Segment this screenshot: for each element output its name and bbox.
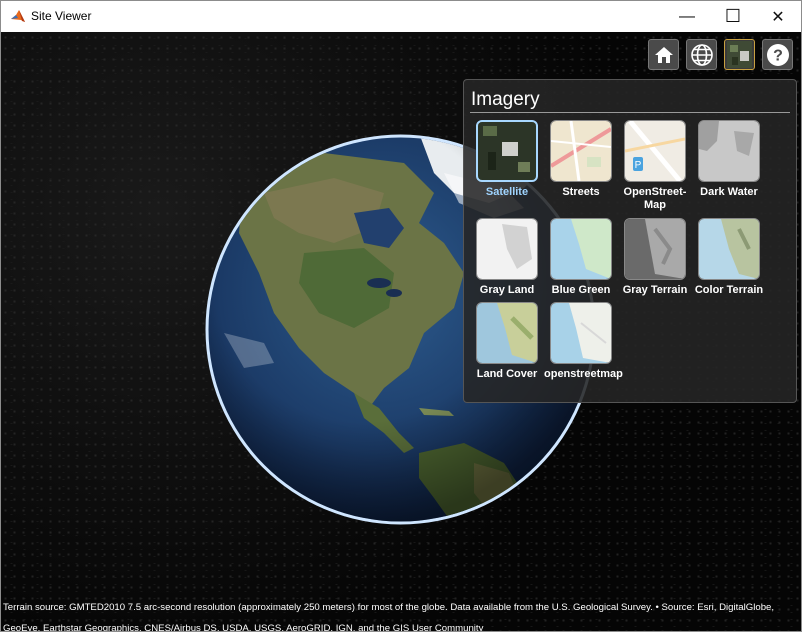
imagery-option-openstreetmap-lowercase[interactable]: openstreetmap xyxy=(544,302,623,381)
imagery-option-gray-terrain[interactable]: Gray Terrain xyxy=(618,218,692,297)
imagery-option-label: Blue Green xyxy=(551,284,611,296)
imagery-option-label: Color Terrain xyxy=(694,284,764,296)
imagery-option-color-terrain[interactable]: Color Terrain xyxy=(692,218,766,297)
svg-text:P: P xyxy=(635,160,642,171)
minimize-icon: — xyxy=(679,7,695,25)
imagery-option-label: Land Cover xyxy=(476,368,538,380)
imagery-picker-button[interactable] xyxy=(724,39,755,70)
site-viewer-window: Site Viewer — ☐ ✕ ? Imagery Satellite St… xyxy=(0,0,802,632)
help-icon: ? xyxy=(766,43,789,66)
gray-land-thumbnail xyxy=(476,218,538,280)
globe-icon xyxy=(690,43,713,66)
imagery-option-label: Dark Water xyxy=(700,186,758,198)
title-bar[interactable]: Site Viewer — ☐ ✕ xyxy=(1,1,801,32)
imagery-panel-title: Imagery xyxy=(471,89,540,110)
basemap-globe-button[interactable] xyxy=(686,39,717,70)
imagery-option-land-cover[interactable]: Land Cover xyxy=(470,302,544,381)
attribution-text: Terrain source: GMTED2010 7.5 arc-second… xyxy=(3,602,775,631)
streets-thumbnail xyxy=(550,120,612,182)
help-button[interactable]: ? xyxy=(762,39,793,70)
close-icon: ✕ xyxy=(771,8,785,26)
satellite-thumbnail xyxy=(476,120,538,182)
color-terrain-thumbnail xyxy=(698,218,760,280)
panel-divider xyxy=(470,112,790,113)
imagery-option-label: openstreetmap xyxy=(544,368,623,380)
imagery-option-label: Gray Land xyxy=(479,284,535,296)
imagery-option-openstreetmap[interactable]: P OpenStreet-Map xyxy=(618,120,692,212)
blue-green-thumbnail xyxy=(550,218,612,280)
imagery-option-label: Gray Terrain xyxy=(622,284,688,296)
imagery-option-dark-water[interactable]: Dark Water xyxy=(692,120,766,199)
imagery-option-gray-land[interactable]: Gray Land xyxy=(470,218,544,297)
matlab-logo-icon xyxy=(11,10,25,22)
imagery-option-label: Satellite xyxy=(485,186,529,198)
window-title: Site Viewer xyxy=(31,9,92,23)
imagery-panel: Imagery Satellite Streets P OpenStreet-M xyxy=(463,79,797,403)
imagery-option-blue-green[interactable]: Blue Green xyxy=(544,218,618,297)
maximize-icon: ☐ xyxy=(724,6,742,26)
imagery-option-label: OpenStreet-Map xyxy=(623,186,687,211)
globe-viewport[interactable]: ? Imagery Satellite Streets P OpenStreet… xyxy=(1,32,801,631)
imagery-option-satellite[interactable]: Satellite xyxy=(470,120,544,199)
svg-text:?: ? xyxy=(773,47,783,64)
minimize-button[interactable]: — xyxy=(664,1,710,32)
openstreetmap-lowercase-thumbnail xyxy=(550,302,612,364)
gray-terrain-thumbnail xyxy=(624,218,686,280)
imagery-icon xyxy=(727,41,752,68)
imagery-option-streets[interactable]: Streets xyxy=(544,120,618,199)
land-cover-thumbnail xyxy=(476,302,538,364)
dark-water-thumbnail xyxy=(698,120,760,182)
home-button[interactable] xyxy=(648,39,679,70)
maximize-button[interactable]: ☐ xyxy=(710,1,756,32)
openstreetmap-thumbnail: P xyxy=(624,120,686,182)
home-icon xyxy=(654,46,673,63)
imagery-option-label: Streets xyxy=(562,186,600,198)
close-button[interactable]: ✕ xyxy=(755,1,801,32)
